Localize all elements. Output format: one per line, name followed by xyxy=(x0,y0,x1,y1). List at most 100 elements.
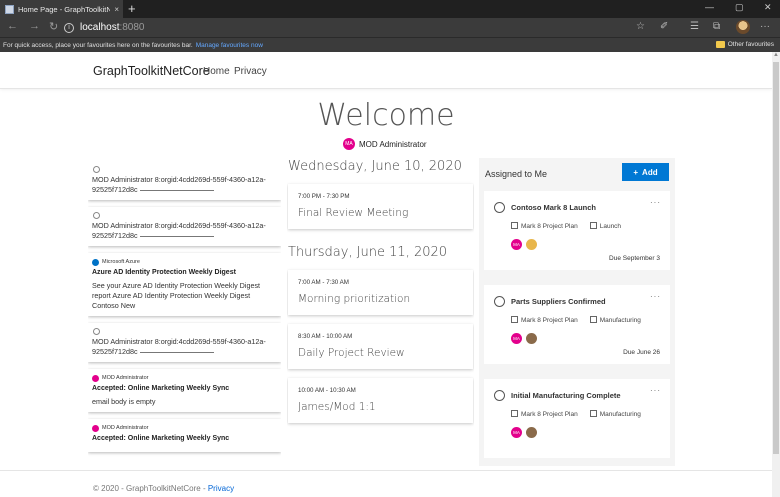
browser-tab[interactable]: Home Page - GraphToolkitNetC × xyxy=(0,0,123,18)
avatar: MA xyxy=(511,333,522,344)
other-favourites[interactable]: Other favourites xyxy=(715,41,774,48)
scrollbar[interactable]: ▲ xyxy=(772,52,780,497)
divider xyxy=(139,236,214,237)
list-item[interactable]: MOD Administrator 8:orgid:4cdd269d-559f-… xyxy=(88,207,281,246)
scroll-up-icon[interactable]: ▲ xyxy=(772,52,780,58)
refresh-icon[interactable]: ↻ xyxy=(49,20,58,33)
url-host: localhost xyxy=(80,22,120,33)
clipboard-icon xyxy=(511,222,518,229)
task-card[interactable]: Initial Manufacturing Complete ··· Mark … xyxy=(484,379,670,458)
site-navbar: GraphToolkitNetCore Home Privacy xyxy=(0,52,772,89)
agenda-event[interactable]: 7:00 PM - 7:30 PM Final Review Meeting xyxy=(288,184,473,229)
event-time: 7:00 PM - 7:30 PM xyxy=(298,193,350,200)
add-task-button[interactable]: + Add xyxy=(622,163,669,181)
signed-in-user[interactable]: MA MOD Administrator xyxy=(343,138,427,150)
divider xyxy=(139,352,214,353)
avatar xyxy=(526,239,537,250)
more-menu-icon[interactable]: ··· xyxy=(760,21,770,32)
site-brand[interactable]: GraphToolkitNetCore xyxy=(93,64,210,78)
task-meta: Mark 8 Project Plan Manufacturing xyxy=(511,410,641,418)
event-time: 8:30 AM - 10:00 AM xyxy=(298,333,353,340)
task-assignees: MA xyxy=(511,239,537,250)
plus-icon: + xyxy=(633,167,639,177)
tasks-panel: Assigned to Me + Add Contoso Mark 8 Laun… xyxy=(479,158,675,466)
agenda-day-header: Thursday, June 11, 2020 xyxy=(288,245,448,260)
task-complete-checkbox[interactable] xyxy=(494,202,505,213)
folder-icon xyxy=(715,41,725,48)
favourites-icon[interactable]: ☰ xyxy=(690,21,699,32)
forward-icon[interactable]: → xyxy=(29,20,40,32)
footer-copyright: © 2020 - GraphToolkitNetCore - xyxy=(93,484,208,493)
list-item[interactable]: MOD Administrator 8:orgid:4cdd269d-559f-… xyxy=(88,161,281,200)
email-subject: Accepted: Online Marketing Weekly Sync xyxy=(92,385,230,392)
task-plan: Mark 8 Project Plan xyxy=(511,316,578,324)
task-plan: Mark 8 Project Plan xyxy=(511,222,578,230)
task-complete-checkbox[interactable] xyxy=(494,390,505,401)
agenda-event[interactable]: 7:00 AM - 7:30 AM Morning prioritization xyxy=(288,270,473,315)
task-name: Parts Suppliers Confirmed xyxy=(511,297,606,306)
task-bucket-label: Launch xyxy=(599,223,622,230)
list-item[interactable]: Microsoft Azure Azure AD Identity Protec… xyxy=(88,253,281,316)
new-tab-button[interactable]: + xyxy=(128,1,136,17)
site-footer: © 2020 - GraphToolkitNetCore - Privacy xyxy=(0,470,772,497)
event-subject: Morning prioritization xyxy=(298,293,411,305)
manage-favourites-link[interactable]: Manage favourites now xyxy=(196,42,263,49)
more-options-icon[interactable]: ··· xyxy=(650,292,661,301)
task-due-date: Due September 3 xyxy=(609,255,660,262)
sender-name: MOD Administrator xyxy=(102,425,149,431)
clipboard-icon xyxy=(511,316,518,323)
scrollbar-thumb[interactable] xyxy=(773,62,779,454)
event-subject: Daily Project Review xyxy=(298,347,405,359)
close-tab-icon[interactable]: × xyxy=(114,5,119,14)
event-time: 10:00 AM - 10:30 AM xyxy=(298,387,356,394)
avatar xyxy=(526,333,537,344)
back-icon[interactable]: ← xyxy=(7,20,18,32)
list-item[interactable]: MOD Administrator 8:orgid:4cdd269d-559f-… xyxy=(88,323,281,362)
site-info-icon[interactable]: i xyxy=(64,22,74,33)
agenda: Wednesday, June 10, 2020 7:00 PM - 7:30 … xyxy=(287,159,474,466)
favourites-bar: For quick access, place your favourites … xyxy=(0,37,780,52)
nav-privacy[interactable]: Privacy xyxy=(234,66,267,77)
event-time: 7:00 AM - 7:30 AM xyxy=(298,279,349,286)
agenda-event[interactable]: 10:00 AM - 10:30 AM James/Mod 1:1 xyxy=(288,378,473,423)
agenda-event[interactable]: 8:30 AM - 10:00 AM Daily Project Review xyxy=(288,324,473,369)
footer-text: © 2020 - GraphToolkitNetCore - Privacy xyxy=(93,484,234,493)
person-text: MOD Administrator 8:orgid:4cdd269d-559f-… xyxy=(92,337,266,356)
task-name: Initial Manufacturing Complete xyxy=(511,391,621,400)
page-favicon-icon xyxy=(5,4,14,14)
person-text: MOD Administrator 8:orgid:4cdd269d-559f-… xyxy=(92,175,266,194)
avatar: MA xyxy=(511,427,522,438)
task-bucket-label: Manufacturing xyxy=(599,411,641,418)
email-sender: Microsoft Azure xyxy=(92,257,277,267)
task-complete-checkbox[interactable] xyxy=(494,296,505,307)
minimize-icon[interactable]: — xyxy=(705,2,714,12)
footer-privacy-link[interactable]: Privacy xyxy=(208,484,234,493)
list-item[interactable]: MOD Administrator Accepted: Online Marke… xyxy=(88,369,281,412)
tasks-header: Assigned to Me + Add xyxy=(479,158,675,186)
maximize-icon[interactable]: ▢ xyxy=(735,2,744,13)
profile-avatar[interactable] xyxy=(736,20,750,34)
more-options-icon[interactable]: ··· xyxy=(650,386,661,395)
task-plan-label: Mark 8 Project Plan xyxy=(521,411,578,418)
avatar xyxy=(526,427,537,438)
more-options-icon[interactable]: ··· xyxy=(650,198,661,207)
close-window-icon[interactable]: ✕ xyxy=(764,2,772,13)
favourite-star-icon[interactable]: ☆ xyxy=(636,21,645,32)
url-port: :8080 xyxy=(119,22,145,33)
bucket-icon xyxy=(589,316,597,323)
task-card[interactable]: Contoso Mark 8 Launch ··· Mark 8 Project… xyxy=(484,191,670,270)
event-subject: James/Mod 1:1 xyxy=(298,401,376,413)
collections-icon[interactable]: ⧉ xyxy=(713,21,720,32)
nav-home[interactable]: Home xyxy=(203,66,230,77)
bucket-icon xyxy=(589,410,597,417)
task-due-date: Due June 26 xyxy=(623,349,660,356)
person-icon xyxy=(93,328,100,335)
azure-icon xyxy=(92,258,99,266)
agenda-day-header: Wednesday, June 10, 2020 xyxy=(288,159,462,174)
task-card[interactable]: Parts Suppliers Confirmed ··· Mark 8 Pro… xyxy=(484,285,670,364)
avatar xyxy=(92,424,99,432)
list-item[interactable]: MOD Administrator Accepted: Online Marke… xyxy=(88,419,281,452)
pen-icon[interactable]: ✐ xyxy=(660,21,668,32)
url-input[interactable]: i localhost:8080 xyxy=(64,20,646,35)
email-sender: MOD Administrator xyxy=(92,423,277,433)
